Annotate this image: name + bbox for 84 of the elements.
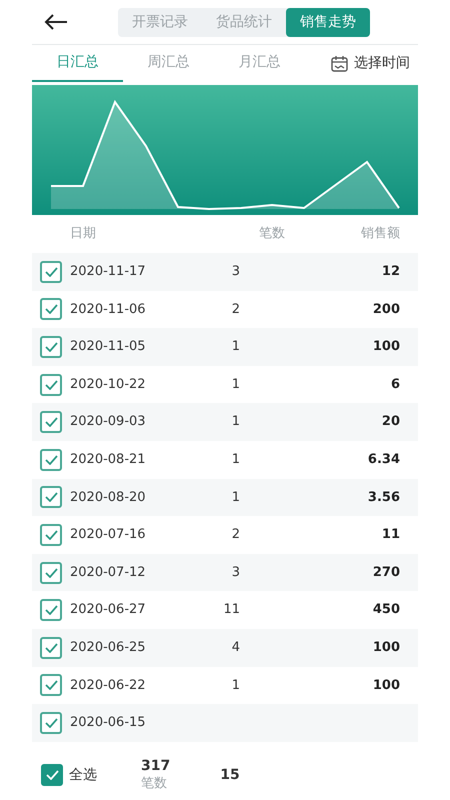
amount-cell-text: 20 <box>380 413 400 432</box>
amount-cell-text: 100 <box>372 338 400 356</box>
date-cell-text: 2020-07-12 <box>70 564 146 582</box>
select-all-label[interactable]: 全选 <box>69 764 97 786</box>
checkbox[interactable] <box>40 448 62 471</box>
segment-tab[interactable]: 销售走势 <box>286 8 370 36</box>
check-icon <box>44 642 58 653</box>
date-cell-text: 2020-11-17 <box>70 263 146 282</box>
date-cell-text: 2020-08-20 <box>70 488 146 507</box>
check-icon <box>44 568 58 578</box>
count-cell-text: 1 <box>230 413 240 432</box>
check-icon <box>44 454 58 465</box>
amount-cell-text: 270 <box>372 564 400 582</box>
checkbox[interactable] <box>40 374 62 396</box>
count-cell-text: 1 <box>230 338 240 356</box>
column-header: 日期 <box>70 225 96 244</box>
date-cell-text: 2020-08-21 <box>70 451 146 470</box>
column-header: 销售额 <box>361 225 400 244</box>
check-icon <box>44 492 58 502</box>
amount-cell-text: 12 <box>380 263 400 282</box>
date-cell-text: 2020-06-25 <box>70 638 146 657</box>
date-cell-text: 2020-09-03 <box>70 413 146 432</box>
count-cell-text: 11 <box>222 601 240 620</box>
period-tab[interactable]: 日汇总 <box>32 45 123 82</box>
date-cell-text: 2020-11-05 <box>70 338 146 356</box>
date-cell-text: 2020-06-27 <box>70 601 146 620</box>
amount-cell-text: 11 <box>380 526 400 544</box>
check-icon <box>46 770 58 780</box>
column-header: 笔数 <box>259 225 285 244</box>
amount-cell-text: 6.34 <box>366 451 400 470</box>
check-icon <box>44 266 58 277</box>
total-value: 317 <box>141 757 170 775</box>
check-icon <box>44 530 58 540</box>
count-cell-text: 1 <box>230 376 240 394</box>
table-row[interactable]: 2020-11-17 3 12 <box>32 253 418 291</box>
date-cell-text: 2020-11-06 <box>70 300 146 319</box>
check-icon <box>44 304 58 314</box>
table-row[interactable]: 2020-06-15 <box>32 704 418 742</box>
checkbox[interactable] <box>40 524 62 546</box>
checkbox[interactable] <box>41 764 63 786</box>
table-row[interactable]: 2020-11-05 1 100 <box>32 328 418 366</box>
date-cell-text: 2020-10-22 <box>70 376 146 394</box>
check-icon <box>44 342 58 352</box>
count-cell-text: 1 <box>230 488 240 507</box>
total-label: 笔数 <box>141 775 167 793</box>
count-cell-text: 3 <box>230 564 240 582</box>
checkbox[interactable] <box>40 562 62 584</box>
check-icon <box>44 680 58 690</box>
checkbox[interactable] <box>40 298 62 320</box>
table-row[interactable]: 2020-08-20 1 3.56 <box>32 478 418 516</box>
back-arrow-icon[interactable] <box>44 14 68 30</box>
date-cell-text: 2020-07-16 <box>70 526 146 544</box>
check-icon <box>44 718 58 728</box>
checkbox[interactable] <box>40 599 62 622</box>
count-cell-text: 1 <box>230 676 240 695</box>
calendar-icon[interactable] <box>331 56 348 72</box>
amount-cell-text: 200 <box>372 300 400 319</box>
table-row[interactable]: 2020-06-25 4 100 <box>32 628 418 667</box>
amount-cell-text: 100 <box>372 638 400 657</box>
checkbox[interactable] <box>40 336 62 358</box>
total-value: 15 <box>220 766 240 784</box>
check-icon <box>44 417 58 428</box>
count-cell-text: 1 <box>230 451 240 470</box>
check-icon <box>44 380 58 390</box>
checkbox[interactable] <box>40 674 62 696</box>
count-cell-text: 2 <box>230 300 240 319</box>
count-cell-text: 4 <box>230 638 240 657</box>
checkbox[interactable] <box>40 260 62 283</box>
count-cell-text: 2 <box>230 526 240 544</box>
date-picker-label[interactable]: 选择时间 <box>354 53 410 74</box>
amount-cell-text: 6 <box>390 376 400 394</box>
amount-cell-text: 100 <box>372 676 400 695</box>
amount-cell-text: 3.56 <box>366 488 400 507</box>
table-row[interactable]: 2020-07-12 3 270 <box>32 554 418 592</box>
amount-cell-text: 450 <box>372 601 400 620</box>
date-cell-text: 2020-06-15 <box>70 714 146 732</box>
check-icon <box>44 605 58 616</box>
date-cell-text: 2020-06-22 <box>70 676 146 695</box>
table-row[interactable]: 2020-09-03 1 20 <box>32 403 418 441</box>
checkbox[interactable] <box>40 411 62 434</box>
checkbox[interactable] <box>40 486 62 508</box>
checkbox[interactable] <box>40 712 62 734</box>
count-cell-text: 3 <box>230 263 240 282</box>
checkbox[interactable] <box>40 636 62 659</box>
